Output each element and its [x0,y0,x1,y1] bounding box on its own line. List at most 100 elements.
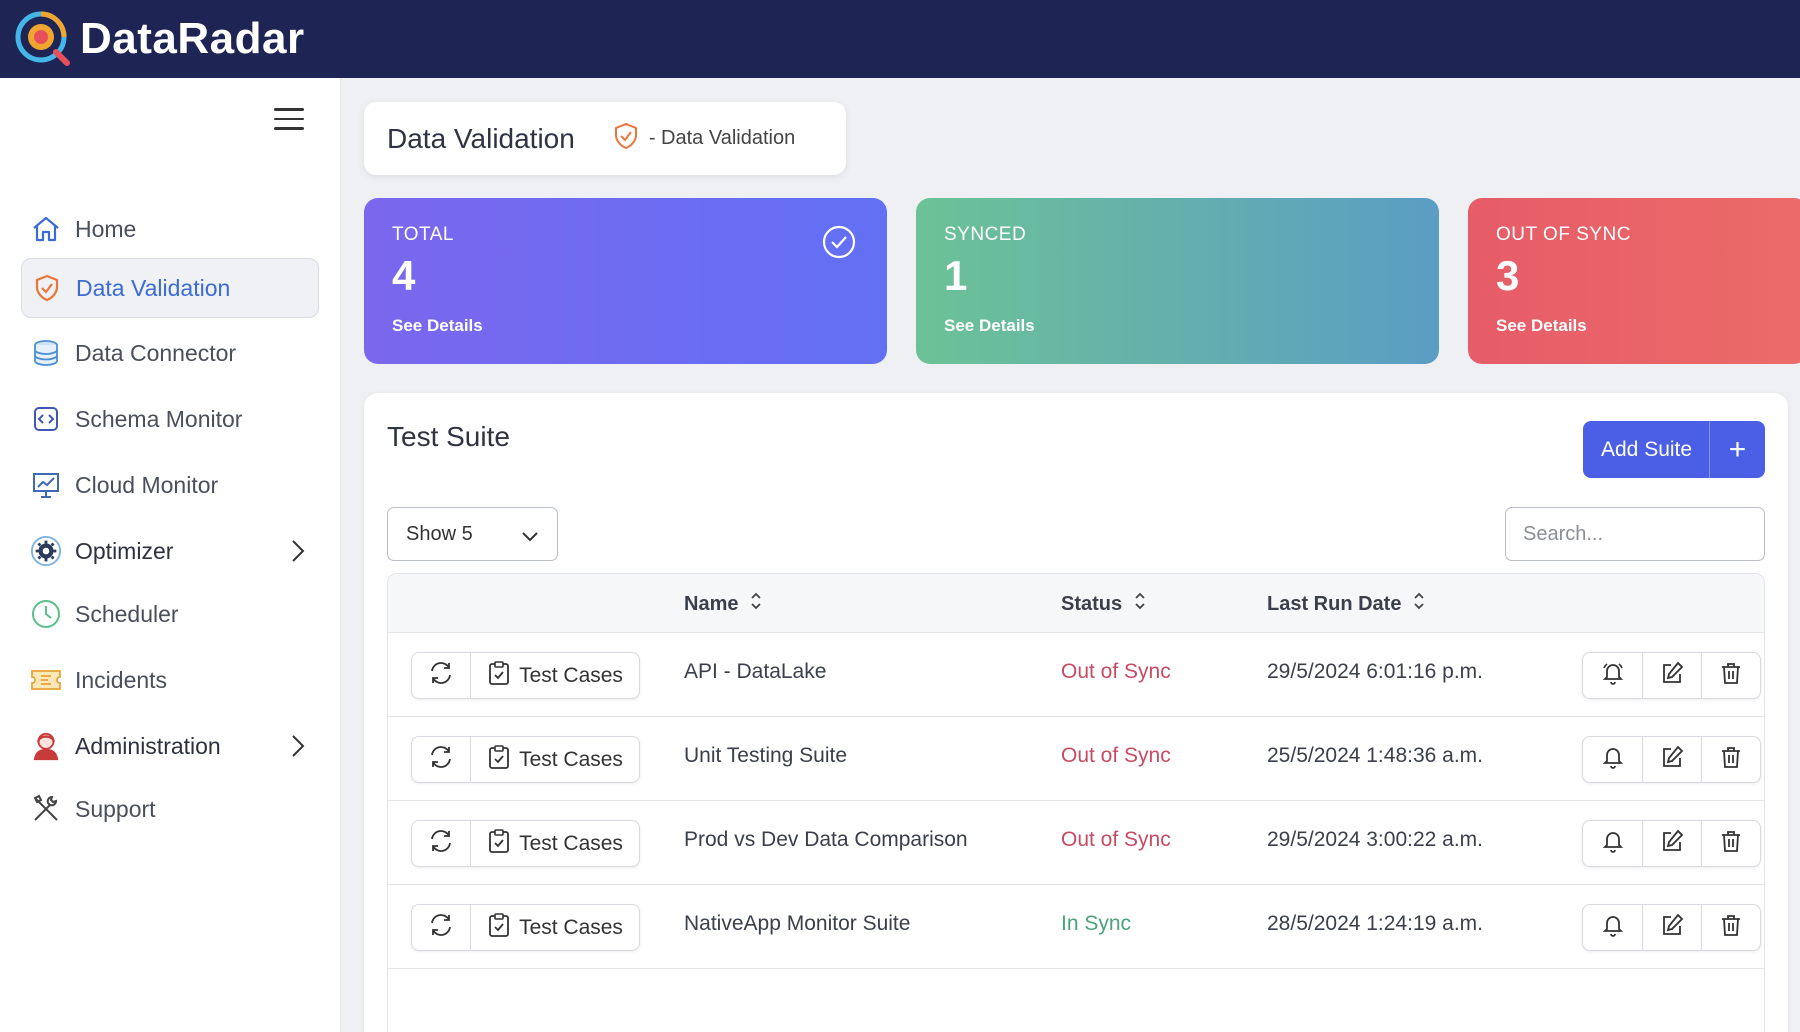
sidebar-item-home[interactable]: Home [21,200,319,258]
table-row: Test Cases NativeApp Monitor Suite In Sy… [388,885,1764,969]
test-suite-panel: Test Suite Add Suite + Show 5 Name Statu… [364,393,1788,1032]
edit-icon [1659,744,1685,775]
stat-label: OUT OF SYNC [1496,224,1631,245]
delete-button[interactable] [1701,905,1760,950]
trash-icon [1718,660,1744,691]
notify-button[interactable] [1583,905,1642,950]
trash-icon [1718,744,1744,775]
test-cases-button[interactable]: Test Cases [471,905,639,950]
edit-button[interactable] [1642,821,1701,866]
sidebar-item-label: Data Connector [75,339,237,366]
edit-button[interactable] [1642,653,1701,698]
test-cases-button[interactable]: Test Cases [471,821,639,866]
sidebar-item-optimizer[interactable]: Optimizer [21,522,319,580]
notify-button[interactable] [1583,737,1642,782]
shield-check-icon [611,121,641,156]
run-button[interactable] [412,905,471,950]
page-header: Data Validation - Data Validation [364,102,846,175]
trash-icon [1718,912,1744,943]
row-actions [1582,736,1761,783]
sidebar-item-data-connector[interactable]: Data Connector [21,324,319,382]
search-input[interactable] [1505,507,1765,561]
sidebar-item-incidents[interactable]: Incidents [21,651,319,709]
gear-icon [30,535,62,567]
table-row: Test Cases Unit Testing Suite Out of Syn… [388,717,1764,801]
stat-card-total[interactable]: TOTAL 4 See Details [364,198,887,364]
delete-button[interactable] [1701,653,1760,698]
suite-status: In Sync [1061,912,1132,935]
database-icon [30,337,62,369]
edit-icon [1659,828,1685,859]
ticket-icon [30,664,62,696]
bell-ring-icon [1600,660,1626,691]
home-icon [30,213,62,245]
see-details-link[interactable]: See Details [1496,316,1780,336]
sidebar-item-label: Cloud Monitor [75,471,219,498]
notify-button[interactable] [1583,653,1642,698]
top-bar: DataRadar [0,0,1800,78]
column-header-name[interactable]: Name [684,591,762,617]
sidebar-item-scheduler[interactable]: Scheduler [21,585,319,643]
delete-button[interactable] [1701,737,1760,782]
sidebar-item-schema-monitor[interactable]: Schema Monitor [21,390,319,448]
check-circle-icon [821,224,857,265]
table-header: Name Status Last Run Date [388,574,1764,633]
page-size-value: Show 5 [406,522,473,545]
column-header-status[interactable]: Status [1061,591,1146,617]
sidebar-item-label: Scheduler [75,600,179,627]
tools-icon [30,793,62,825]
add-suite-button[interactable]: Add Suite + [1583,421,1765,478]
sort-icon [1134,591,1146,617]
table-row: Test Cases API - DataLake Out of Sync 29… [388,633,1764,717]
notify-button[interactable] [1583,821,1642,866]
menu-toggle-icon[interactable] [274,108,304,130]
chevron-right-icon [291,734,305,763]
logo-icon[interactable] [14,10,72,68]
edit-button[interactable] [1642,905,1701,950]
run-button[interactable] [412,653,471,698]
see-details-link[interactable]: See Details [392,316,859,336]
sidebar-item-support[interactable]: Support [21,780,319,838]
run-button[interactable] [412,821,471,866]
edit-button[interactable] [1642,737,1701,782]
page-size-select[interactable]: Show 5 [387,507,558,561]
run-button[interactable] [412,737,471,782]
sidebar-item-cloud-monitor[interactable]: Cloud Monitor [21,456,319,514]
column-label: Name [684,592,739,615]
refresh-icon [428,828,454,859]
sidebar-item-label: Optimizer [75,537,174,564]
stat-card-out-of-sync[interactable]: OUT OF SYNC 3 See Details [1468,198,1800,364]
column-header-last-run[interactable]: Last Run Date [1267,591,1425,617]
suite-name: Unit Testing Suite [684,744,848,767]
row-run-actions: Test Cases [411,820,640,867]
refresh-icon [428,912,454,943]
sidebar-item-administration[interactable]: Administration [21,717,319,775]
test-cases-button[interactable]: Test Cases [471,653,639,698]
stat-value: 4 [392,252,416,299]
row-run-actions: Test Cases [411,652,640,699]
row-actions [1582,820,1761,867]
test-cases-button[interactable]: Test Cases [471,737,639,782]
stat-label: TOTAL [392,224,454,245]
table-row: Test Cases Prod vs Dev Data Comparison O… [388,801,1764,885]
suite-last-run: 29/5/2024 6:01:16 p.m. [1267,660,1483,683]
trash-icon [1718,828,1744,859]
row-run-actions: Test Cases [411,904,640,951]
suite-status: Out of Sync [1061,828,1171,851]
stat-card-synced[interactable]: SYNCED 1 See Details [916,198,1439,364]
delete-button[interactable] [1701,821,1760,866]
stat-value: 1 [944,252,968,299]
bell-icon [1600,912,1626,943]
sidebar-item-label: Administration [75,732,221,759]
suite-last-run: 25/5/2024 1:48:36 a.m. [1267,744,1483,767]
admin-user-icon [30,730,62,762]
suite-status: Out of Sync [1061,660,1171,683]
sidebar-item-label: Schema Monitor [75,405,243,432]
clock-icon [30,598,62,630]
sidebar-item-data-validation[interactable]: Data Validation [21,258,319,318]
see-details-link[interactable]: See Details [944,316,1411,336]
plus-icon: + [1709,421,1765,478]
test-cases-label: Test Cases [519,747,623,771]
refresh-icon [428,744,454,775]
sort-icon [750,591,762,617]
